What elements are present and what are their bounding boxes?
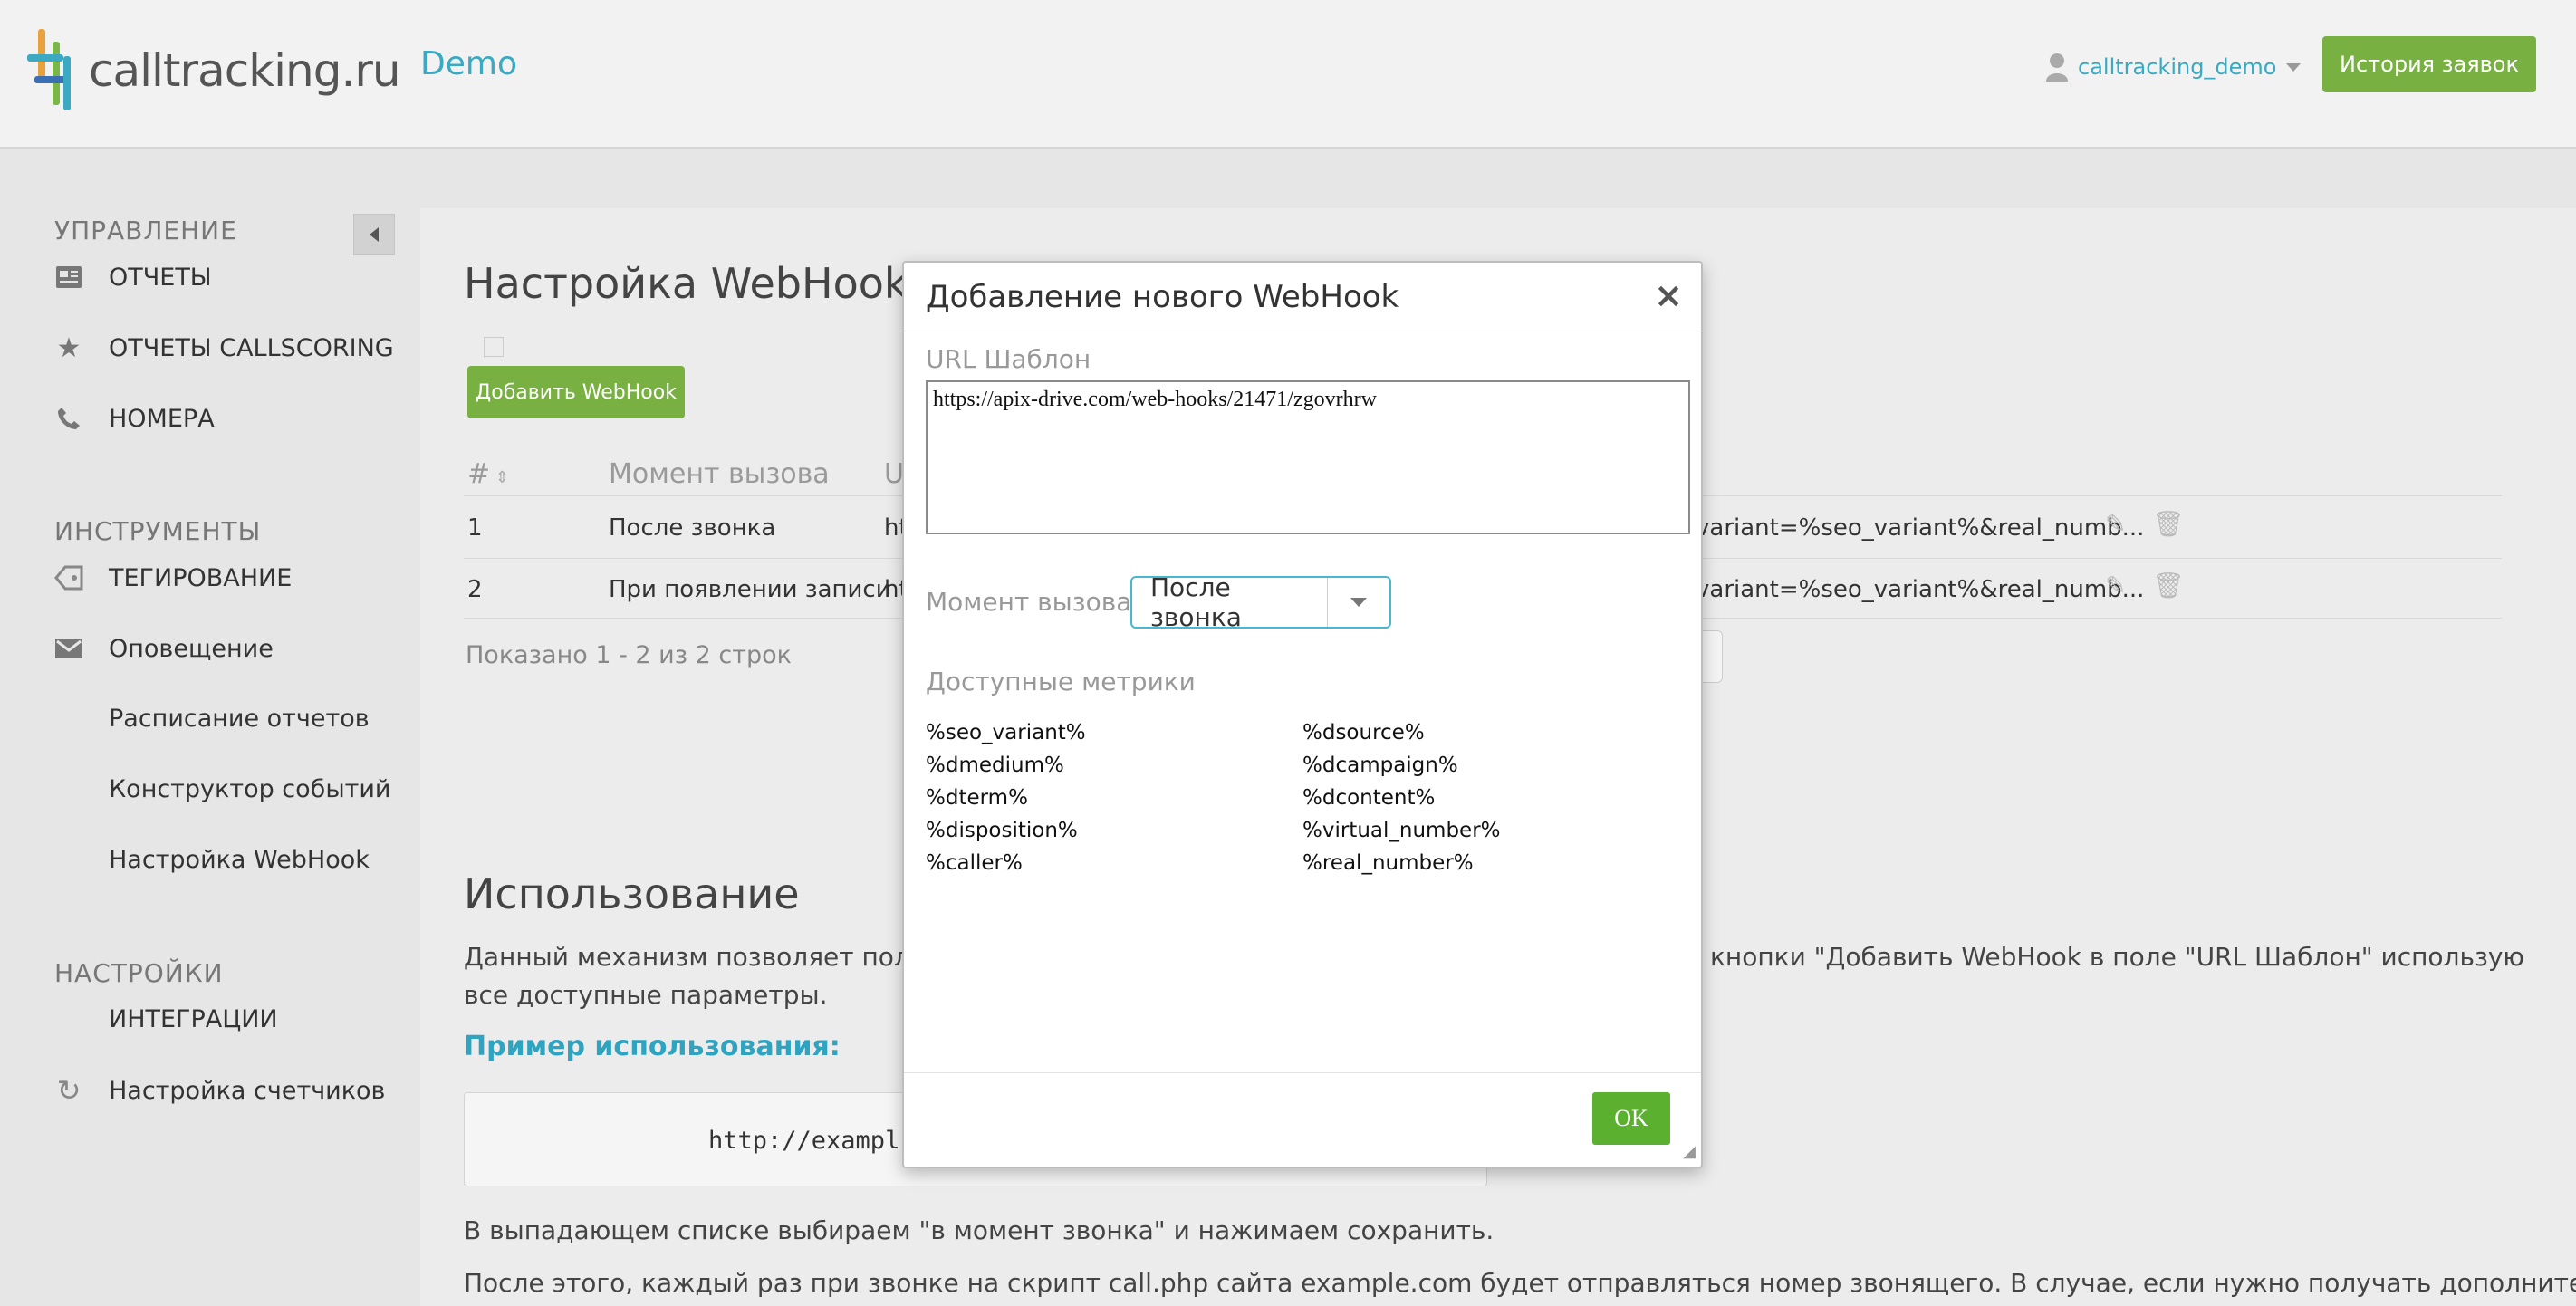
- logo-text: calltracking.ru: [89, 44, 401, 97]
- table-cell-number: 1: [467, 514, 483, 542]
- ok-button[interactable]: OK: [1592, 1092, 1670, 1145]
- top-header: calltracking.ru Demo calltracking_demo И…: [0, 0, 2576, 149]
- user-menu[interactable]: calltracking_demo: [2045, 53, 2301, 82]
- pagination-summary: Показано 1 - 2 из 2 строк: [466, 641, 792, 669]
- metric-item: %dcampaign%: [1302, 754, 1458, 777]
- moment-select[interactable]: После звонка: [1130, 572, 1391, 632]
- chevron-down-icon[interactable]: [1328, 578, 1389, 627]
- edit-icon[interactable]: ✎: [2105, 571, 2126, 600]
- column-header-number[interactable]: # ⇕: [467, 458, 509, 490]
- metrics-list[interactable]: %seo_variant% %dsource% %dmedium% %dcampaig…: [926, 721, 1687, 880]
- modal-footer-divider: [904, 1072, 1701, 1073]
- metric-item: %dsource%: [1302, 721, 1425, 744]
- sidebar-item-label: ОТЧЕТЫ CALLSCORING: [109, 333, 394, 362]
- sidebar-section-title: НАСТРОЙКИ: [54, 958, 224, 988]
- report-icon: [54, 263, 83, 292]
- sidebar-item-event-builder[interactable]: Конструктор событий: [109, 775, 390, 803]
- sidebar-item-label: Расписание отчетов: [109, 705, 370, 733]
- metric-item: %disposition%: [926, 819, 1078, 842]
- column-header-moment[interactable]: Момент вызова: [609, 458, 830, 490]
- sidebar: УПРАВЛЕНИЕ ОТЧЕТЫ ★ ОТЧЕТЫ CALLSCORING Н…: [0, 150, 420, 1306]
- toolbar-icon[interactable]: [484, 337, 504, 357]
- instruction-text-2: После этого, каждый раз при звонке на ск…: [464, 1268, 2576, 1298]
- moment-label: Момент вызова: [926, 587, 1132, 617]
- metric-item: %dterm%: [926, 786, 1028, 810]
- sidebar-item-tagging[interactable]: ТЕГИРОВАНИЕ: [54, 563, 292, 592]
- modal-header: Добавление нового WebHook ×: [904, 263, 1701, 331]
- add-webhook-modal: Добавление нового WebHook × URL Шаблон М…: [902, 261, 1703, 1168]
- usage-text-line2: все доступные параметры.: [464, 980, 828, 1010]
- history-button[interactable]: История заявок: [2322, 36, 2536, 92]
- metrics-label: Доступные метрики: [926, 667, 1196, 696]
- url-template-label: URL Шаблон: [926, 344, 1091, 374]
- add-webhook-button[interactable]: Добавить WebHook: [467, 366, 685, 418]
- usage-text-left: Данный механизм позволяет получ: [464, 942, 940, 972]
- sort-icon: ⇕: [490, 468, 509, 487]
- table-cell-url-end: variant=%seo_variant%&real_numb...: [1696, 576, 2145, 603]
- example-heading: Пример использования:: [464, 1031, 841, 1062]
- sidebar-item-label: Настройка счетчиков: [109, 1076, 386, 1105]
- modal-title: Добавление нового WebHook: [926, 279, 1399, 315]
- sidebar-item-label: ИНТЕГРАЦИИ: [109, 1005, 278, 1033]
- usage-text-right: кнопки "Добавить WebHook в поле "URL Шаб…: [1710, 942, 2524, 972]
- table-cell-number: 2: [467, 576, 483, 603]
- sidebar-item-counter-settings[interactable]: ↻ Настройка счетчиков: [54, 1073, 386, 1108]
- sidebar-section-title: ИНСТРУМЕНТЫ: [54, 516, 262, 546]
- logo[interactable]: calltracking.ru: [27, 27, 401, 114]
- user-name: calltracking_demo: [2078, 54, 2277, 80]
- metric-item: %real_number%: [1302, 851, 1474, 875]
- phone-icon: [54, 404, 83, 433]
- sidebar-item-label: ТЕГИРОВАНИЕ: [109, 563, 293, 592]
- sidebar-item-label: Настройка WebHook: [109, 846, 370, 874]
- moment-select-value: После звонка: [1132, 572, 1328, 632]
- column-header-url[interactable]: U: [884, 458, 904, 490]
- table-cell-moment: При появлении записи: [609, 576, 891, 603]
- close-icon[interactable]: ×: [1654, 275, 1683, 315]
- sidebar-item-integrations[interactable]: ИНТЕГРАЦИИ: [109, 1005, 278, 1033]
- table-cell-moment: После звонка: [609, 514, 776, 542]
- url-template-field[interactable]: [926, 380, 1690, 534]
- sidebar-item-webhook-settings[interactable]: Настройка WebHook: [109, 846, 370, 874]
- table-cell-url-end: variant=%seo_variant%&real_numb...: [1696, 514, 2145, 542]
- edit-icon[interactable]: ✎: [2105, 509, 2126, 539]
- user-icon: [2046, 53, 2068, 82]
- instruction-text: В выпадающем списке выбираем "в момент з…: [464, 1215, 1495, 1245]
- sidebar-item-notification[interactable]: Оповещение: [54, 634, 274, 663]
- sidebar-item-reports[interactable]: ОТЧЕТЫ: [54, 263, 212, 292]
- metric-item: %seo_variant%: [926, 721, 1086, 744]
- sidebar-item-label: Конструктор событий: [109, 775, 391, 803]
- tag-icon: [54, 563, 83, 592]
- metric-item: %caller%: [926, 851, 1023, 875]
- sidebar-item-label: ОТЧЕТЫ: [109, 263, 212, 292]
- trash-icon[interactable]: 🗑: [2152, 509, 2185, 539]
- project-name[interactable]: Demo: [420, 45, 517, 82]
- metric-item: %dmedium%: [926, 754, 1064, 777]
- sidebar-item-report-schedule[interactable]: Расписание отчетов: [109, 705, 370, 733]
- refresh-icon: ↻: [56, 1073, 82, 1108]
- sidebar-item-label: Оповещение: [109, 634, 274, 663]
- usage-heading: Использование: [464, 869, 800, 918]
- code-text: http://exampl: [708, 1127, 900, 1155]
- sidebar-item-numbers[interactable]: НОМЕРА: [54, 404, 215, 433]
- trash-icon[interactable]: 🗑: [2152, 571, 2185, 600]
- envelope-icon: [54, 634, 83, 663]
- metric-item: %virtual_number%: [1302, 819, 1501, 842]
- sidebar-collapse-button[interactable]: [353, 214, 395, 255]
- resize-grip-icon[interactable]: ◢: [1683, 1142, 1696, 1161]
- star-icon: ★: [56, 331, 82, 364]
- chevron-left-icon: [370, 227, 379, 242]
- chevron-down-icon: [2285, 62, 2301, 72]
- logo-mark-icon: [27, 29, 76, 112]
- sidebar-section-title: УПРАВЛЕНИЕ: [54, 216, 237, 245]
- sidebar-item-label: НОМЕРА: [109, 404, 215, 433]
- page-title: Настройка WebHook: [464, 259, 908, 308]
- metric-item: %dcontent%: [1302, 786, 1436, 810]
- sidebar-item-callscoring[interactable]: ★ ОТЧЕТЫ CALLSCORING: [54, 331, 394, 364]
